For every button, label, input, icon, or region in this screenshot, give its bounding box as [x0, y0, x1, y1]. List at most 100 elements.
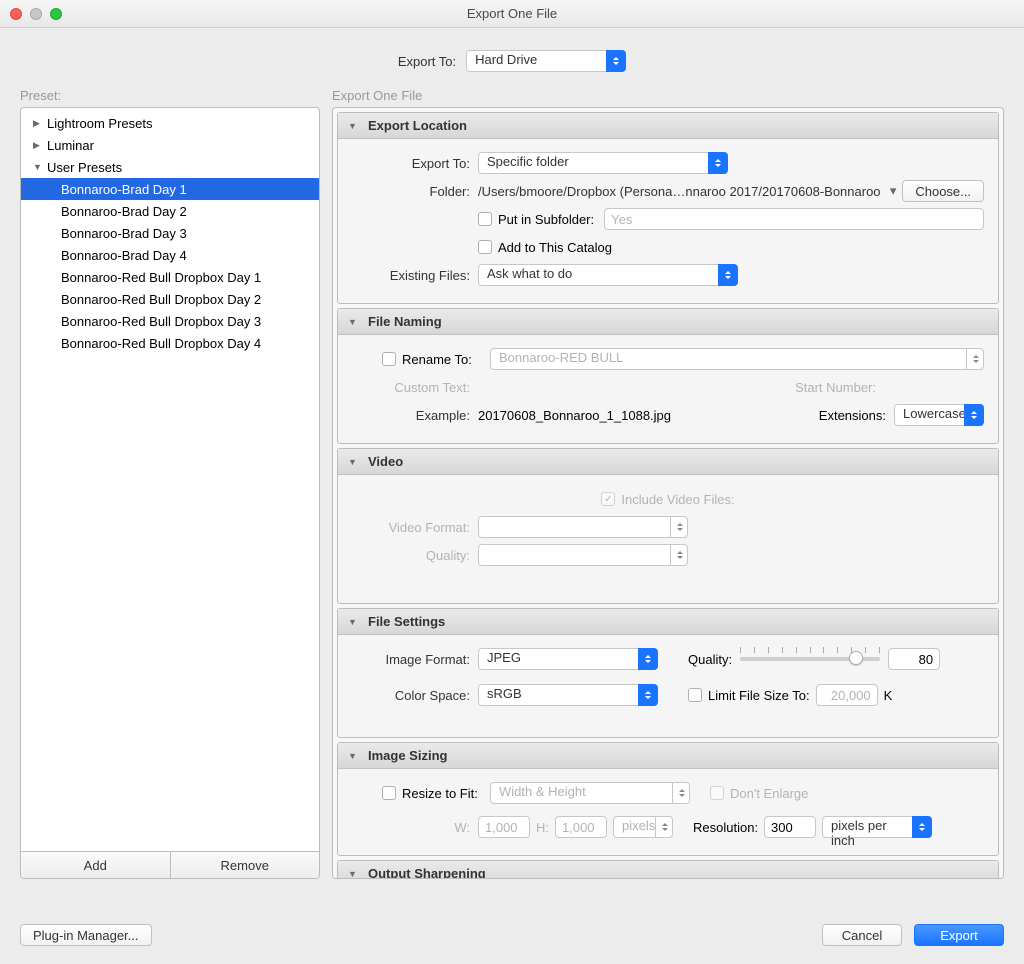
- resize-mode-select[interactable]: Width & Height: [490, 782, 690, 804]
- settings-scroll-area[interactable]: Export Location Export To: Specific fold…: [332, 107, 1004, 879]
- resize-to-fit-checkbox[interactable]: [382, 786, 396, 800]
- preset-item[interactable]: Bonnaroo-Brad Day 4: [21, 244, 319, 266]
- tree-label: Luminar: [47, 138, 94, 153]
- dropdown-arrow-icon: [708, 152, 728, 174]
- tree-label: Bonnaroo-Red Bull Dropbox Day 1: [61, 270, 261, 285]
- export-to-value: Hard Drive: [466, 50, 626, 72]
- preset-item[interactable]: Bonnaroo-Brad Day 2: [21, 200, 319, 222]
- panel-title: Image Sizing: [368, 748, 447, 763]
- disclosure-triangle-icon[interactable]: [348, 121, 358, 131]
- dont-enlarge-checkbox: [710, 786, 724, 800]
- choose-folder-button[interactable]: Choose...: [902, 180, 984, 202]
- preset-group-lightroom[interactable]: Lightroom Presets: [21, 112, 319, 134]
- field-label: Export To:: [352, 156, 478, 171]
- export-to-select[interactable]: Hard Drive: [466, 50, 626, 72]
- panel-title: File Settings: [368, 614, 445, 629]
- tree-label: Bonnaroo-Red Bull Dropbox Day 3: [61, 314, 261, 329]
- preset-group-luminar[interactable]: Luminar: [21, 134, 319, 156]
- preset-item[interactable]: Bonnaroo-Red Bull Dropbox Day 3: [21, 310, 319, 332]
- disclosure-triangle-icon[interactable]: [348, 317, 358, 327]
- disclosure-triangle-icon[interactable]: [348, 869, 358, 879]
- resolution-input[interactable]: [764, 816, 816, 838]
- disclosure-triangle-icon: [33, 140, 43, 151]
- field-label: Quality:: [688, 652, 732, 667]
- subfolder-checkbox[interactable]: [478, 212, 492, 226]
- field-label: Image Format:: [352, 652, 478, 667]
- rename-template-select[interactable]: Bonnaroo-RED BULL: [490, 348, 984, 370]
- height-input[interactable]: [555, 816, 607, 838]
- limit-filesize-input[interactable]: [816, 684, 878, 706]
- popup-arrow-icon[interactable]: ▾: [890, 183, 897, 199]
- width-input[interactable]: [478, 816, 530, 838]
- size-unit-select[interactable]: pixels: [613, 816, 673, 838]
- panel-output-sharpening: Output Sharpening Sharpen For: Screen Am…: [337, 860, 999, 879]
- dropdown-arrow-icon: [638, 648, 658, 670]
- existing-files-select[interactable]: Ask what to do: [478, 264, 738, 286]
- include-video-checkbox: ✓: [601, 492, 615, 506]
- stepper-arrow-icon: [966, 348, 984, 370]
- preset-item[interactable]: Bonnaroo-Red Bull Dropbox Day 4: [21, 332, 319, 354]
- checkbox-label: Include Video Files:: [621, 492, 734, 507]
- unit-label: K: [884, 688, 893, 703]
- subfolder-input[interactable]: [604, 208, 984, 230]
- tree-label: Bonnaroo-Brad Day 3: [61, 226, 187, 241]
- dropdown-arrow-icon: [912, 816, 932, 838]
- window-title: Export One File: [0, 6, 1024, 21]
- preset-list: Lightroom Presets Luminar User Presets B…: [20, 107, 320, 879]
- add-to-catalog-checkbox[interactable]: [478, 240, 492, 254]
- panel-title: File Naming: [368, 314, 442, 329]
- image-format-select[interactable]: JPEG: [478, 648, 658, 670]
- panel-export-location: Export Location Export To: Specific fold…: [337, 112, 999, 304]
- field-label: W:: [352, 820, 478, 835]
- preset-item[interactable]: Bonnaroo-Red Bull Dropbox Day 2: [21, 288, 319, 310]
- field-label: Resolution:: [693, 820, 758, 835]
- color-space-select[interactable]: sRGB: [478, 684, 658, 706]
- preset-item[interactable]: Bonnaroo-Red Bull Dropbox Day 1: [21, 266, 319, 288]
- disclosure-triangle-icon[interactable]: [348, 617, 358, 627]
- disclosure-triangle-icon: [33, 118, 43, 129]
- add-preset-button[interactable]: Add: [21, 852, 171, 878]
- extension-case-select[interactable]: Lowercase: [894, 404, 984, 426]
- quality-input[interactable]: [888, 648, 940, 670]
- right-column-label: Export One File: [332, 88, 1004, 103]
- folder-path-text: /Users/bmoore/Dropbox (Persona…nnaroo 20…: [478, 184, 884, 199]
- export-button[interactable]: Export: [914, 924, 1004, 946]
- field-label: Folder:: [352, 184, 478, 199]
- panel-file-naming: File Naming Rename To: Bonnaroo-RED BULL…: [337, 308, 999, 444]
- preset-item[interactable]: Bonnaroo-Brad Day 1: [21, 178, 319, 200]
- resolution-unit-select[interactable]: pixels per inch: [822, 816, 932, 838]
- export-to-label: Export To:: [398, 54, 456, 69]
- stepper-arrow-icon: [670, 544, 688, 566]
- quality-slider[interactable]: [740, 657, 880, 661]
- stepper-arrow-icon: [670, 516, 688, 538]
- tree-label: User Presets: [47, 160, 122, 175]
- tree-label: Bonnaroo-Brad Day 4: [61, 248, 187, 263]
- remove-preset-button[interactable]: Remove: [171, 852, 320, 878]
- panel-file-settings: File Settings Image Format: JPEG Quality…: [337, 608, 999, 738]
- tree-label: Bonnaroo-Red Bull Dropbox Day 2: [61, 292, 261, 307]
- select-value: Bonnaroo-RED BULL: [490, 348, 984, 370]
- cancel-button[interactable]: Cancel: [822, 924, 902, 946]
- dropdown-arrow-icon: [638, 684, 658, 706]
- preset-item[interactable]: Bonnaroo-Brad Day 3: [21, 222, 319, 244]
- disclosure-triangle-icon[interactable]: [348, 751, 358, 761]
- checkbox-label: Limit File Size To:: [708, 688, 810, 703]
- disclosure-triangle-icon: [33, 162, 43, 172]
- field-label: Custom Text:: [352, 380, 478, 395]
- export-folder-type-select[interactable]: Specific folder: [478, 152, 728, 174]
- limit-filesize-checkbox[interactable]: [688, 688, 702, 702]
- disclosure-triangle-icon[interactable]: [348, 457, 358, 467]
- tree-label: Bonnaroo-Brad Day 1: [61, 182, 187, 197]
- checkbox-label: Add to This Catalog: [498, 240, 612, 255]
- dropdown-arrow-icon: [718, 264, 738, 286]
- field-label: Video Format:: [352, 520, 478, 535]
- panel-title: Video: [368, 454, 403, 469]
- field-label: H:: [536, 820, 549, 835]
- plugin-manager-button[interactable]: Plug-in Manager...: [20, 924, 152, 946]
- preset-group-user[interactable]: User Presets: [21, 156, 319, 178]
- field-label: Color Space:: [352, 688, 478, 703]
- field-label: Example:: [352, 408, 478, 423]
- stepper-arrow-icon: [672, 782, 690, 804]
- field-label: Extensions:: [819, 408, 886, 423]
- rename-to-checkbox[interactable]: [382, 352, 396, 366]
